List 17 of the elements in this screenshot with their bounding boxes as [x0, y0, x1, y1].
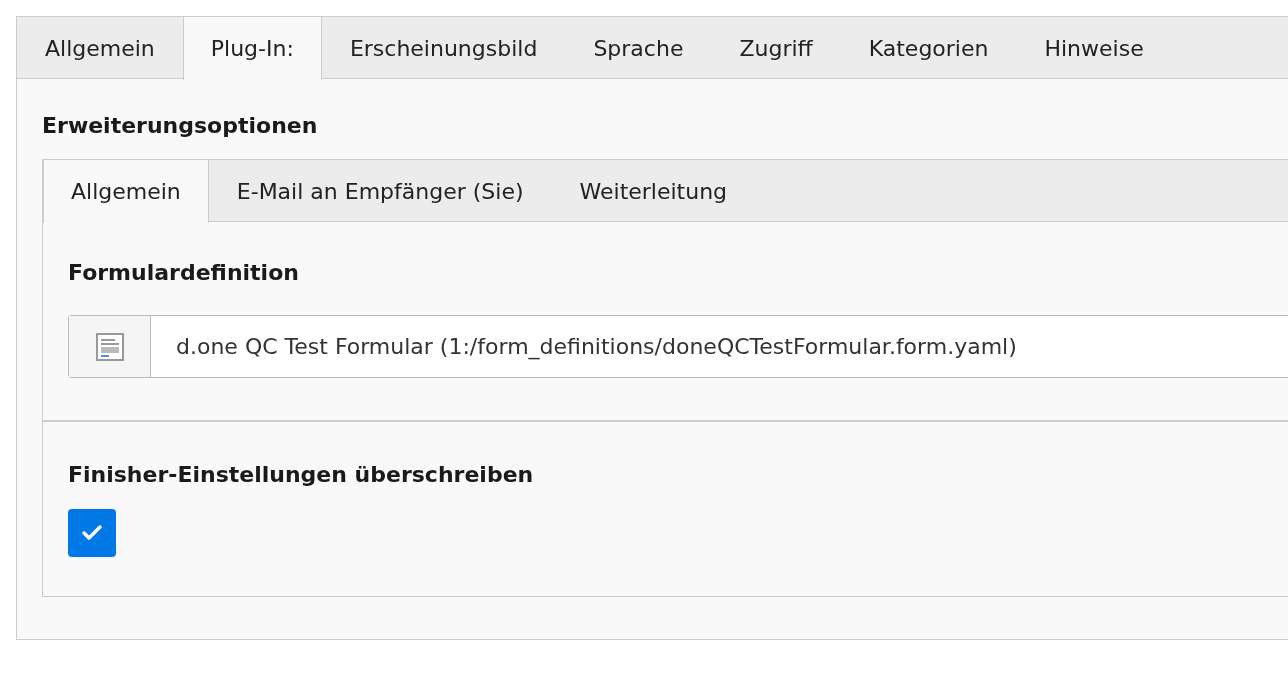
tab[interactable]: E-Mail an Empfänger (Sie): [208, 159, 552, 223]
tab[interactable]: Weiterleitung: [551, 159, 756, 223]
section-title: Erweiterungsoptionen: [42, 113, 319, 140]
tab[interactable]: Allgemein: [43, 159, 209, 224]
tab[interactable]: Kategorien: [840, 16, 1017, 79]
tab[interactable]: Allgemein: [17, 16, 183, 79]
tab[interactable]: Sprache: [565, 16, 712, 79]
tab[interactable]: Hinweise: [1016, 16, 1172, 79]
tab[interactable]: Erscheinungsbild: [321, 16, 566, 79]
tab[interactable]: Zugriff: [711, 16, 841, 79]
tab[interactable]: Plug-In:: [182, 16, 322, 80]
checkmark-icon: [81, 524, 103, 543]
checkbox-label: Finisher-Einstellungen überschreiben: [68, 461, 535, 490]
form-definition-field[interactable]: d.one QC Test Formular (1:/form_definitions/doneQCTestFormular.form.yaml): [68, 315, 1288, 379]
form-icon: [95, 332, 124, 361]
checkbox[interactable]: [68, 509, 116, 558]
field-label: Formulardefinition: [68, 259, 300, 288]
